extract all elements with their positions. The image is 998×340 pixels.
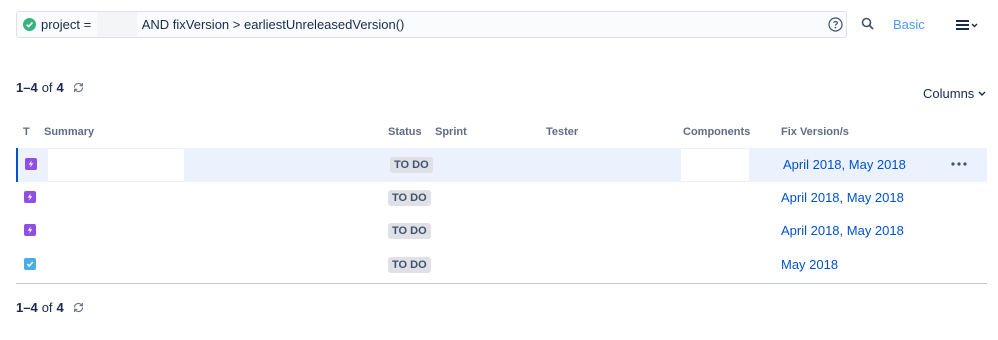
task-type-icon	[24, 258, 36, 270]
redacted-project-key	[96, 12, 137, 37]
story-type-icon	[24, 191, 36, 203]
fix-versions-link[interactable]: May 2018	[781, 257, 838, 272]
table-row[interactable]: TO DO April 2018, May 2018	[16, 181, 987, 215]
jql-search-field[interactable]: project = AND fixVersion > earliestUnrel…	[16, 11, 847, 38]
pager-range: 1–4	[16, 80, 38, 95]
pager-of: of	[41, 80, 53, 95]
pager-total: 4	[56, 300, 64, 315]
col-header-sprint[interactable]: Sprint	[435, 126, 467, 138]
redacted-summary	[48, 149, 184, 181]
fix-versions-link[interactable]: April 2018, May 2018	[783, 157, 906, 172]
question-circle-icon[interactable]	[828, 17, 843, 32]
col-header-components[interactable]: Components	[683, 126, 750, 138]
pager-range: 1–4	[16, 300, 38, 315]
status-lozenge[interactable]: TO DO	[388, 190, 431, 206]
fix-versions-link[interactable]: April 2018, May 2018	[781, 190, 904, 205]
table-row[interactable]: TO DO May 2018	[16, 248, 987, 282]
story-type-icon	[24, 224, 36, 236]
table-row[interactable]: TO DO April 2018, May 2018	[16, 148, 987, 182]
pager-total: 4	[56, 80, 64, 95]
columns-label: Columns	[923, 86, 975, 101]
refresh-icon[interactable]	[72, 301, 85, 314]
columns-button[interactable]: Columns	[923, 86, 986, 101]
story-type-icon	[25, 158, 37, 170]
col-header-status[interactable]: Status	[388, 126, 422, 138]
status-lozenge[interactable]: TO DO	[388, 223, 431, 239]
table-row[interactable]: TO DO April 2018, May 2018	[16, 214, 987, 248]
refresh-icon[interactable]	[72, 81, 85, 94]
jql-query-suffix: AND fixVersion > earliestUnreleasedVersi…	[138, 17, 405, 32]
jql-query-prefix: project =	[41, 17, 95, 32]
col-header-type[interactable]: T	[23, 126, 30, 138]
results-pager-bottom: 1–4 of 4	[16, 300, 85, 315]
col-header-summary[interactable]: Summary	[44, 126, 94, 138]
status-lozenge[interactable]: TO DO	[390, 157, 433, 173]
table-bottom-divider	[16, 283, 987, 284]
status-lozenge[interactable]: TO DO	[388, 257, 431, 273]
col-header-fix-versions[interactable]: Fix Version/s	[781, 126, 849, 138]
pager-of: of	[41, 300, 53, 315]
more-actions-icon[interactable]	[951, 157, 969, 171]
hamburger-menu-icon[interactable]	[956, 19, 978, 31]
fix-versions-link[interactable]: April 2018, May 2018	[781, 223, 904, 238]
redacted-components	[681, 149, 749, 181]
col-header-tester[interactable]: Tester	[546, 126, 578, 138]
check-circle-icon	[23, 18, 36, 31]
basic-search-link[interactable]: Basic	[893, 17, 925, 32]
search-icon[interactable]	[861, 17, 875, 31]
results-pager-top: 1–4 of 4	[16, 80, 85, 95]
chevron-down-icon	[978, 91, 986, 96]
